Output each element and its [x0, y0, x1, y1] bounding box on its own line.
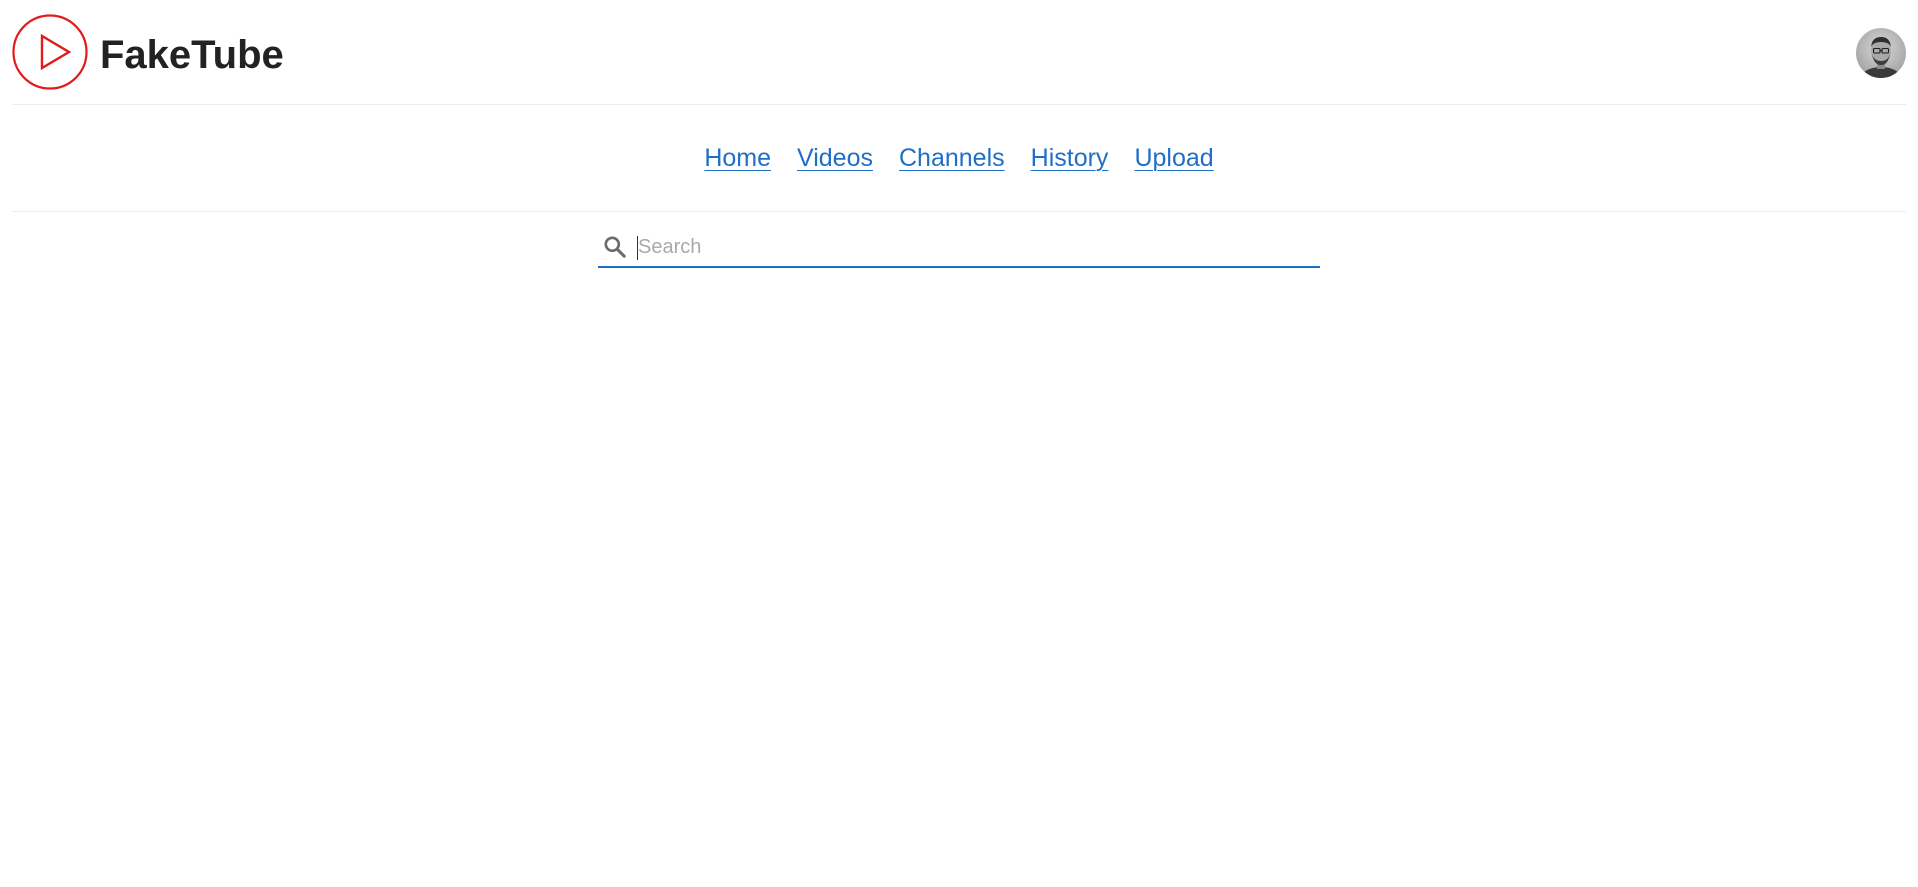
nav-link-history[interactable]: History — [1031, 144, 1109, 173]
search-bar — [598, 228, 1320, 268]
nav-list: Home Videos Channels History Upload — [704, 144, 1213, 173]
avatar-image — [1856, 28, 1906, 78]
page: FakeTube Home Videos Channels History Up… — [0, 0, 1918, 887]
nav-link-videos[interactable]: Videos — [797, 144, 873, 173]
play-circle-icon — [12, 14, 88, 90]
user-avatar[interactable] — [1856, 28, 1906, 78]
text-cursor — [637, 236, 638, 260]
brand-name: FakeTube — [100, 33, 284, 77]
home-logo-link[interactable]: FakeTube — [12, 14, 284, 90]
header: FakeTube — [12, 0, 1906, 105]
search-input[interactable] — [638, 229, 1320, 265]
nav-link-upload[interactable]: Upload — [1134, 144, 1213, 173]
search-icon — [600, 232, 630, 262]
main-nav: Home Videos Channels History Upload — [12, 105, 1906, 212]
nav-link-channels[interactable]: Channels — [899, 144, 1005, 173]
nav-link-home[interactable]: Home — [704, 144, 771, 173]
